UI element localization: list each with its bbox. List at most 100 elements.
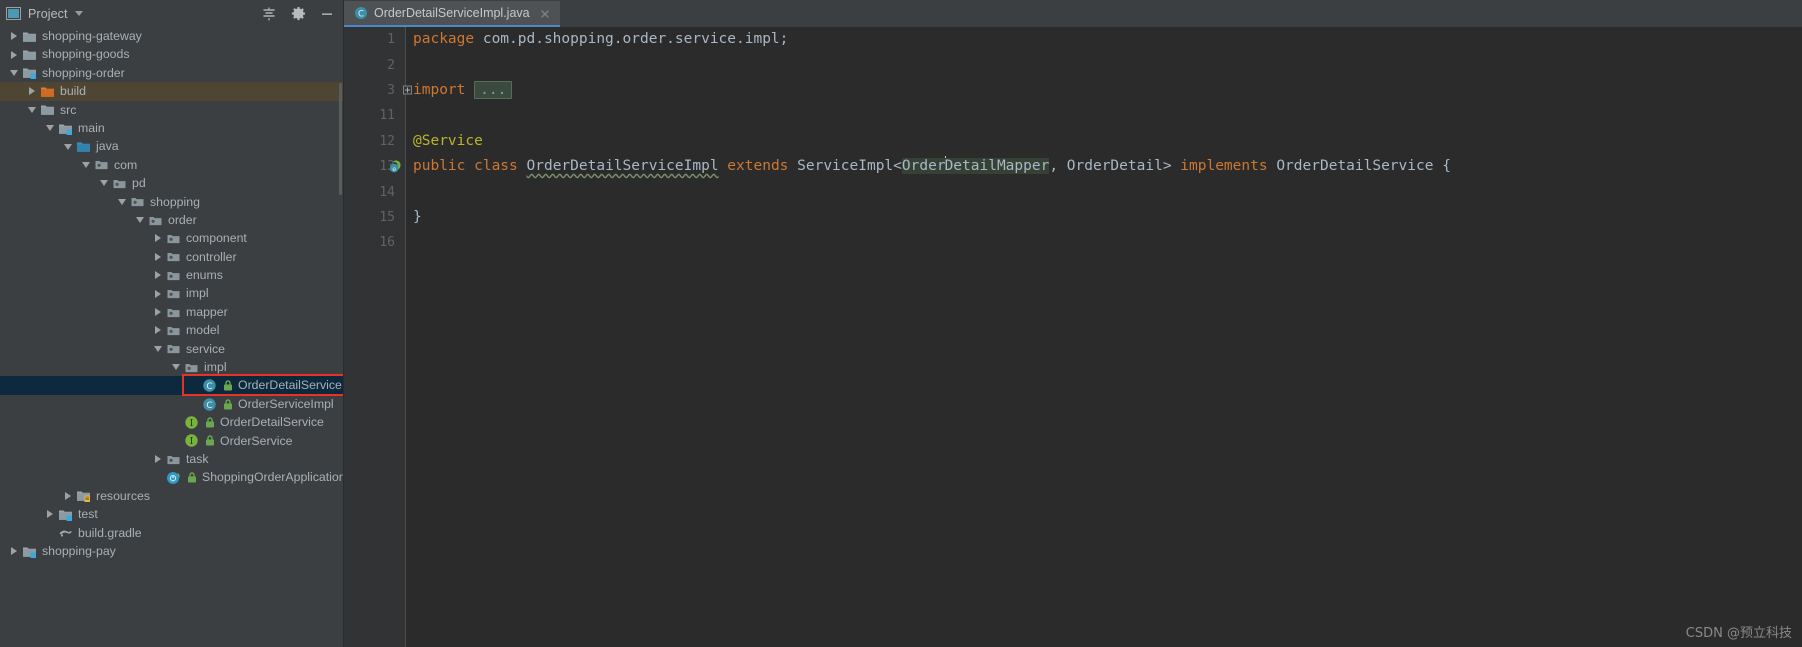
module-badge-icon <box>22 544 37 559</box>
tree-item-label: OrderService <box>220 433 293 448</box>
gear-icon[interactable] <box>290 6 306 22</box>
tree-item-order[interactable]: order <box>0 211 343 229</box>
tree-twisty-down-icon[interactable] <box>62 141 73 152</box>
tree-twisty-down-icon[interactable] <box>80 159 91 170</box>
gutter-line-11[interactable]: 11 <box>344 103 405 128</box>
tree-twisty-right-icon[interactable] <box>8 31 19 42</box>
line-number: 1 <box>387 32 395 48</box>
tree-item-label: OrderServiceImpl <box>238 396 334 411</box>
tree-item-model[interactable]: model <box>0 321 343 339</box>
tree-item-controller[interactable]: controller <box>0 248 343 266</box>
tree-twisty-down-icon[interactable] <box>26 104 37 115</box>
tree-item-component[interactable]: component <box>0 229 343 247</box>
tree-item-label: shopping-goods <box>42 47 130 62</box>
tree-item-resources[interactable]: resources <box>0 487 343 505</box>
tree-item-mapper[interactable]: mapper <box>0 303 343 321</box>
code-line-11[interactable] <box>413 103 1802 128</box>
tree-item-shopping[interactable]: shopping <box>0 193 343 211</box>
tree-twisty-down-icon[interactable] <box>44 123 55 134</box>
tree-item-shoppingorderapplication[interactable]: ShoppingOrderApplication <box>0 468 343 486</box>
code-line-3[interactable]: import ... <box>413 78 1802 103</box>
gutter-line-14[interactable]: 14 <box>344 179 405 204</box>
tree-twisty-right-icon[interactable] <box>26 86 37 97</box>
line-number: 15 <box>379 209 395 225</box>
tree-twisty-spacer <box>188 399 199 410</box>
tree-item-shopping-goods[interactable]: shopping-goods <box>0 45 343 63</box>
code-line-2[interactable] <box>413 52 1802 77</box>
intellij-idea-window: Project C OrderDetailServiceImpl.java sh… <box>0 0 1802 647</box>
line-number: 14 <box>379 184 395 200</box>
tree-item-orderserviceimpl[interactable]: C OrderServiceImpl <box>0 395 343 413</box>
tree-item-impl[interactable]: impl <box>0 284 343 302</box>
project-tree[interactable]: shopping-gateway shopping-goods shopping-o… <box>0 27 344 647</box>
editor-tab-orderdetailserviceimpl[interactable]: C OrderDetailServiceImpl.java <box>344 1 560 27</box>
tree-twisty-right-icon[interactable] <box>152 288 163 299</box>
gutter-line-12[interactable]: 12 <box>344 129 405 154</box>
code-token-kw: import <box>413 81 475 98</box>
project-tree-rows: shopping-gateway shopping-goods shopping-o… <box>0 27 343 560</box>
tree-item-service[interactable]: service <box>0 340 343 358</box>
tree-item-orderdetailservice[interactable]: I OrderDetailService <box>0 413 343 431</box>
tree-item-orderservice[interactable]: I OrderService <box>0 432 343 450</box>
tree-twisty-right-icon[interactable] <box>44 509 55 520</box>
code-line-12[interactable]: @Service <box>413 129 1802 154</box>
editor-code-area[interactable]: package com.pd.shopping.order.service.im… <box>406 27 1802 647</box>
code-editor[interactable]: 1 2 3 11 12 13 e 14 15 16 package com.pd.shopping… <box>344 27 1802 647</box>
tree-twisty-down-icon[interactable] <box>152 343 163 354</box>
tree-twisty-down-icon[interactable] <box>8 67 19 78</box>
tree-item-test[interactable]: test <box>0 505 343 523</box>
gutter-line-3[interactable]: 3 <box>344 78 412 103</box>
chevron-down-icon[interactable] <box>74 11 83 16</box>
tree-twisty-right-icon[interactable] <box>152 454 163 465</box>
code-line-13[interactable]: public class OrderDetailServiceImpl exte… <box>413 154 1802 179</box>
tree-twisty-down-icon[interactable] <box>98 178 109 189</box>
tree-item-com[interactable]: com <box>0 156 343 174</box>
module-badge-icon <box>58 121 73 136</box>
tree-twisty-right-icon[interactable] <box>152 325 163 336</box>
minimize-icon[interactable] <box>319 6 335 22</box>
tree-item-src[interactable]: src <box>0 101 343 119</box>
code-line-1[interactable]: package com.pd.shopping.order.service.im… <box>413 27 1802 52</box>
tree-scrollbar[interactable] <box>339 27 343 647</box>
spring-bean-gutter-icon[interactable]: e <box>388 159 403 174</box>
code-line-15[interactable]: } <box>413 205 1802 230</box>
tree-item-shopping-pay[interactable]: shopping-pay <box>0 542 343 560</box>
tree-twisty-right-icon[interactable] <box>8 49 19 60</box>
tree-item-task[interactable]: task <box>0 450 343 468</box>
code-line-14[interactable] <box>413 179 1802 204</box>
package-icon <box>166 341 181 356</box>
gutter-line-13[interactable]: 13 e <box>344 154 405 179</box>
tree-item-orderdetailserviceimpl[interactable]: C OrderDetailServiceImpl <box>0 376 343 395</box>
tree-twisty-right-icon[interactable] <box>8 546 19 557</box>
tree-twisty-down-icon[interactable] <box>170 362 181 373</box>
tree-twisty-down-icon[interactable] <box>134 215 145 226</box>
gutter-line-1[interactable]: 1 <box>344 27 405 52</box>
tree-item-build-gradle[interactable]: build.gradle <box>0 524 343 542</box>
package-icon <box>184 360 199 375</box>
gutter-line-2[interactable]: 2 <box>344 52 405 77</box>
close-icon[interactable] <box>539 7 551 19</box>
tree-twisty-right-icon[interactable] <box>152 251 163 262</box>
tree-item-label: build.gradle <box>78 525 142 540</box>
editor-gutter[interactable]: 1 2 3 11 12 13 e 14 15 16 <box>344 27 412 647</box>
tree-item-main[interactable]: main <box>0 119 343 137</box>
tree-twisty-right-icon[interactable] <box>62 490 73 501</box>
tree-item-shopping-gateway[interactable]: shopping-gateway <box>0 27 343 45</box>
tree-item-pd[interactable]: pd <box>0 174 343 192</box>
tree-twisty-right-icon[interactable] <box>152 233 163 244</box>
tree-item-shopping-order[interactable]: shopping-order <box>0 64 343 82</box>
gutter-line-16[interactable]: 16 <box>344 230 405 255</box>
project-view-icon <box>6 7 21 20</box>
tree-twisty-down-icon[interactable] <box>116 196 127 207</box>
tree-twisty-right-icon[interactable] <box>152 307 163 318</box>
tree-item-enums[interactable]: enums <box>0 266 343 284</box>
tree-item-impl[interactable]: impl <box>0 358 343 376</box>
tree-item-build[interactable]: build <box>0 82 343 101</box>
tree-twisty-right-icon[interactable] <box>152 270 163 281</box>
code-line-16[interactable] <box>413 230 1802 255</box>
code-token-hl: DetailMapper <box>944 157 1050 174</box>
tree-scrollbar-thumb[interactable] <box>339 83 342 195</box>
gutter-line-15[interactable]: 15 <box>344 205 405 230</box>
collapse-all-icon[interactable] <box>261 6 277 22</box>
tree-item-java[interactable]: java <box>0 137 343 155</box>
